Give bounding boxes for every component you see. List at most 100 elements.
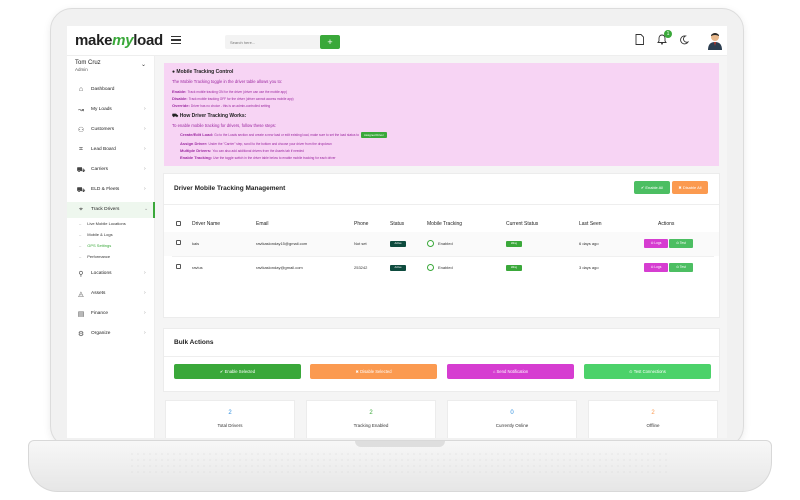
laptop-speaker-grille: [129, 451, 671, 477]
stat-value: 2: [651, 410, 655, 416]
chevron-right-icon: ›: [144, 186, 146, 192]
sidebar-subitem-live-mobile-locations[interactable]: – Live Mobile Locations: [79, 221, 126, 226]
chevron-down-icon: ⌄: [144, 206, 149, 212]
moon-icon[interactable]: [679, 35, 689, 45]
location-pin-icon: ⌖: [79, 206, 83, 213]
sidebar-item-label: Assets: [91, 291, 106, 296]
sidebar-subitem-mobile-logs[interactable]: – Mobile & Logs: [79, 232, 113, 237]
step-enable-tracking: Enable Tracking: Use the toggle switch i…: [180, 155, 336, 160]
info-title: ● Mobile Tracking Control: [172, 69, 234, 75]
sidebar-subitem-performance[interactable]: – Performance: [79, 254, 110, 259]
info-subtitle: The Mobile Tracking toggle in the driver…: [172, 79, 283, 84]
drivers-card: Driver Mobile Tracking Management ✔ Enab…: [163, 173, 720, 318]
truck-icon: ⛟: [76, 167, 86, 174]
route-icon: ↝: [78, 107, 84, 114]
avatar[interactable]: [707, 32, 723, 50]
sidebar-subitem-label: GPS Settings: [87, 243, 112, 248]
stat-value: 2: [369, 410, 373, 416]
sidebar-item-track-drivers[interactable]: ⌖ Track Drivers ⌄: [67, 202, 155, 218]
how-title: ⛟ How Driver Tracking Works:: [172, 113, 247, 119]
stat-label: Tracking Enabled: [353, 423, 389, 428]
user-role: Admin: [75, 67, 88, 72]
sidebar-item-finance[interactable]: ▤ Finance ›: [67, 306, 155, 322]
how-subtitle: To enable mobile tracking for drivers, f…: [172, 123, 277, 128]
status-badge: Active: [390, 265, 406, 271]
add-button[interactable]: +: [320, 35, 340, 49]
sidebar-item-my-loads[interactable]: ↝ My Loads ›: [67, 102, 155, 118]
column-header: Current Status: [506, 221, 539, 227]
gear-icon: ⚙: [77, 331, 85, 338]
sidebar-item-dashboard[interactable]: ⌂ Dashboard: [67, 82, 155, 98]
chevron-right-icon: ›: [144, 106, 146, 112]
sidebar-item-carriers[interactable]: ⛟ Carriers ›: [67, 162, 155, 178]
column-header: Last Seen: [579, 221, 602, 227]
row-checkbox[interactable]: [176, 240, 181, 245]
test-connections-button[interactable]: ⊙ Test Connections: [584, 364, 711, 379]
test-button[interactable]: ⊙ Test: [669, 239, 693, 248]
sidebar-item-organize[interactable]: ⚙ Organize ›: [67, 326, 155, 342]
laptop-notch: [355, 441, 445, 447]
sidebar-item-lead-board[interactable]: ⌗ Lead Board ›: [67, 142, 155, 158]
sidebar-item-label: Track Drivers: [91, 207, 120, 212]
sidebar-item-label: ELD & Fleets: [91, 187, 120, 192]
stat-card-tracking-enabled: 2 Tracking Enabled: [306, 400, 436, 438]
stat-card-total-drivers: 2 Total Drivers: [165, 400, 295, 438]
sidebar-subitem-label: Performance: [87, 254, 111, 259]
driver-phone: 253242: [354, 265, 368, 270]
document-icon[interactable]: [635, 34, 644, 45]
enable-all-button[interactable]: ✔ Enable All: [634, 181, 670, 194]
screen: makemyload + 1 Tom Cruz Admin ⌄ ⌂ Dashbo…: [67, 26, 727, 438]
column-header: Email: [256, 221, 269, 227]
sidebar-subitem-gps-settings[interactable]: – GPS Settings: [79, 243, 111, 248]
assets-icon: ◬: [78, 291, 84, 298]
enable-selected-button[interactable]: ✔ Enable Selected: [174, 364, 301, 379]
sidebar-item-locations[interactable]: ⚲ Locations ›: [67, 266, 155, 282]
chevron-right-icon: ›: [144, 126, 146, 132]
select-all-checkbox[interactable]: [176, 221, 181, 226]
sidebar-item-label: Dashboard: [91, 87, 115, 92]
bulk-actions-card: Bulk Actions ✔ Enable Selected ✖ Disable…: [163, 328, 720, 392]
logo[interactable]: makemyload: [75, 32, 163, 49]
sidebar-item-customers[interactable]: ⚇ Customers ›: [67, 122, 155, 138]
disable-all-button[interactable]: ✖ Disable All: [672, 181, 708, 194]
send-notification-button[interactable]: ⌂ Send Notification: [447, 364, 574, 379]
divider: [164, 356, 719, 357]
logs-button[interactable]: ⊙ Logs: [644, 239, 668, 248]
logo-make-text: make: [75, 32, 113, 49]
divider: [164, 204, 719, 205]
map-pin-icon: ⚲: [78, 271, 84, 278]
user-name[interactable]: Tom Cruz: [75, 60, 101, 66]
sidebar-item-label: Lead Board: [91, 147, 116, 152]
column-header: Status: [390, 221, 405, 227]
chevron-right-icon: ›: [144, 310, 146, 316]
dashboard-icon: ⌂: [78, 86, 84, 93]
search-input[interactable]: [225, 35, 321, 49]
step-multiple-drivers: Multiple Drivers: You can also add addit…: [180, 148, 304, 153]
info-line-override: Override: Driver has no choice - this is…: [172, 103, 271, 108]
info-panel: ● Mobile Tracking Control The Mobile Tra…: [164, 63, 719, 166]
laptop-base: [28, 440, 772, 492]
users-icon: ⚇: [77, 127, 85, 134]
sidebar-item-assets[interactable]: ◬ Assets ›: [67, 286, 155, 302]
row-checkbox[interactable]: [176, 264, 181, 269]
tracking-toggle[interactable]: [427, 264, 434, 271]
sidebar-item-label: Carriers: [91, 167, 109, 172]
status-badge: Active: [390, 241, 406, 247]
chevron-down-icon[interactable]: ⌄: [141, 61, 146, 68]
sidebar-item-eld-fleets[interactable]: ⛟ ELD & Fleets ›: [67, 182, 155, 198]
disable-selected-button[interactable]: ✖ Disable Selected: [310, 364, 437, 379]
test-button[interactable]: ⊙ Test: [669, 263, 693, 272]
chevron-right-icon: ›: [144, 146, 146, 152]
tracking-toggle[interactable]: [427, 240, 434, 247]
driver-name: ravius: [192, 265, 203, 270]
table-row[interactable]: kais ravikaslonday15@gmail.com Not set A…: [164, 232, 719, 256]
stat-label: Currently Online: [495, 423, 529, 428]
notification-badge: 1: [664, 30, 672, 38]
logo-my-text: my: [112, 32, 134, 49]
logs-button[interactable]: ⊙ Logs: [644, 263, 668, 272]
step-create-edit-load: Create/Edit Load: Go to the Loads sectio…: [180, 132, 387, 138]
table-row[interactable]: ravius ravikaslonday@gmail.com 253242 Ac…: [164, 256, 719, 280]
info-line-enable: Enable: Track mobile tracking ON for the…: [172, 89, 288, 94]
column-header: Phone: [354, 221, 369, 227]
menu-icon[interactable]: [171, 36, 181, 44]
